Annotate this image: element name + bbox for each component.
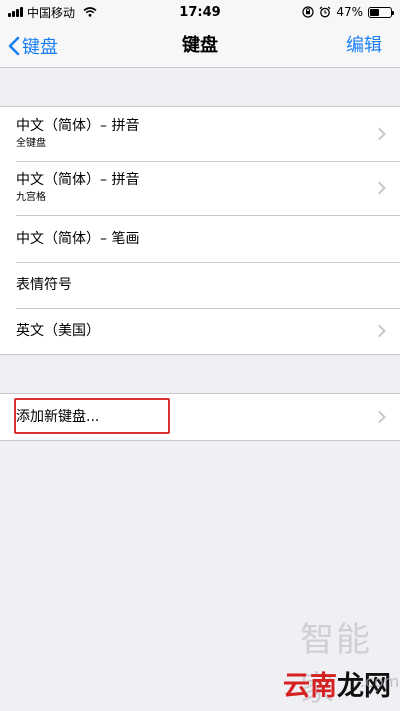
status-left: 中国移动 <box>8 4 97 21</box>
keyboard-title: 中文（简体）– 拼音 <box>16 118 140 134</box>
alarm-icon <box>319 6 331 18</box>
status-bar: 中国移动 17:49 47% <box>0 0 400 24</box>
keyboard-title: 中文（简体）– 笔画 <box>16 230 140 247</box>
keyboard-subtitle: 全键盘 <box>16 138 46 149</box>
keyboards-list: 中文（简体）– 拼音 全键盘 中文（简体）– 拼音 九宫格 中文（简体）– 笔画… <box>0 106 400 355</box>
add-keyboard-label: 添加新键盘... <box>16 409 100 425</box>
keyboard-row-english-us[interactable]: 英文（美国） <box>0 308 400 354</box>
add-keyboard-button[interactable]: 添加新键盘... <box>0 394 400 440</box>
watermark-red-text: 云南 <box>283 671 337 702</box>
keyboard-title: 中文（简体）– 拼音 <box>16 172 140 188</box>
add-keyboard-group: 添加新键盘... <box>0 393 400 441</box>
page-title: 键盘 <box>182 35 218 56</box>
rotation-lock-icon <box>302 6 314 18</box>
keyboard-row-emoji[interactable]: 表情符号 <box>0 262 400 308</box>
keyboard-row-stroke[interactable]: 中文（简体）– 笔画 <box>0 215 400 262</box>
signal-icon <box>8 7 23 17</box>
navigation-bar: 键盘 键盘 编辑 <box>0 24 400 68</box>
chevron-right-icon <box>373 127 386 141</box>
battery-percent: 47% <box>336 5 363 19</box>
keyboard-row-pinyin-9key[interactable]: 中文（简体）– 拼音 九宫格 <box>0 161 400 215</box>
status-right: 47% <box>302 5 394 19</box>
chevron-right-icon <box>373 410 386 424</box>
keyboard-title: 表情符号 <box>16 277 72 293</box>
carrier-label: 中国移动 <box>27 5 76 20</box>
battery-level <box>370 8 380 16</box>
chevron-right-icon <box>373 181 386 195</box>
keyboard-subtitle: 九宫格 <box>16 192 46 203</box>
wifi-icon <box>83 7 97 17</box>
keyboard-row-pinyin-full[interactable]: 中文（简体）– 拼音 全键盘 <box>0 107 400 161</box>
watermark-suffix: .com <box>360 672 400 691</box>
battery-icon <box>368 6 394 18</box>
edit-button[interactable]: 编辑 <box>346 24 382 68</box>
keyboard-title: 英文（美国） <box>16 323 100 339</box>
chevron-right-icon <box>373 324 386 338</box>
